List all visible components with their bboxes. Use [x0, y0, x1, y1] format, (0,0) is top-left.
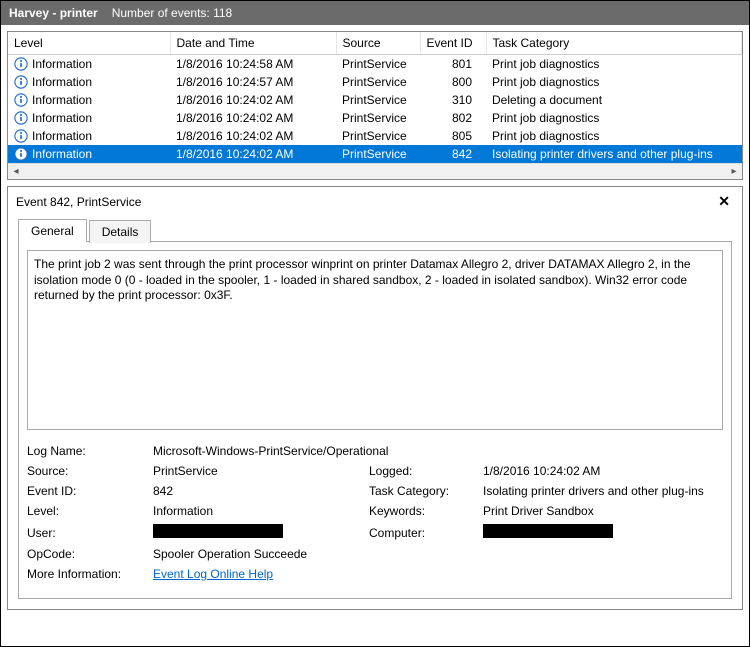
label-logged: Logged: — [369, 464, 477, 478]
cell-date: 1/8/2016 10:24:57 AM — [170, 73, 336, 91]
cell-task: Print job diagnostics — [486, 73, 742, 91]
cell-task: Isolating printer drivers and other plug… — [486, 145, 742, 163]
table-row[interactable]: Information 1/8/2016 10:24:58 AMPrintServ… — [8, 55, 742, 74]
info-icon — [14, 75, 28, 89]
table-row[interactable]: Information 1/8/2016 10:24:02 AMPrintServ… — [8, 145, 742, 163]
scroll-right-icon[interactable]: ▸ — [726, 164, 742, 180]
label-level: Level: — [27, 504, 147, 518]
cell-level: Information — [32, 111, 92, 125]
cell-level: Information — [32, 147, 92, 161]
table-row[interactable]: Information 1/8/2016 10:24:57 AMPrintServ… — [8, 73, 742, 91]
event-fields: Log Name: Microsoft-Windows-PrintService… — [27, 444, 723, 581]
cell-level: Information — [32, 75, 92, 89]
online-help-link[interactable]: Event Log Online Help — [153, 567, 273, 581]
label-source: Source: — [27, 464, 147, 478]
col-header-source[interactable]: Source — [336, 32, 420, 55]
table-row[interactable]: Information 1/8/2016 10:24:02 AMPrintServ… — [8, 109, 742, 127]
label-user: User: — [27, 526, 147, 540]
tab-details[interactable]: Details — [89, 220, 152, 243]
info-icon — [14, 111, 28, 125]
event-grid-panel: Level Date and Time Source Event ID Task… — [7, 31, 743, 180]
cell-eventid: 805 — [420, 127, 486, 145]
col-header-date[interactable]: Date and Time — [170, 32, 336, 55]
detail-panel: Event 842, PrintService ✕ General Detail… — [7, 186, 743, 610]
info-icon — [14, 57, 28, 71]
label-eventid: Event ID: — [27, 484, 147, 498]
value-user — [153, 524, 363, 541]
cell-source: PrintService — [336, 127, 420, 145]
cell-level: Information — [32, 57, 92, 71]
cell-date: 1/8/2016 10:24:02 AM — [170, 127, 336, 145]
col-header-task[interactable]: Task Category — [486, 32, 742, 55]
horizontal-scrollbar[interactable]: ◂ ▸ — [8, 163, 742, 179]
tab-general-body: The print job 2 was sent through the pri… — [18, 241, 732, 599]
detail-title: Event 842, PrintService — [16, 195, 141, 209]
value-eventid: 842 — [153, 484, 363, 498]
window-title: Harvey - printer — [9, 6, 98, 20]
cell-eventid: 802 — [420, 109, 486, 127]
close-icon[interactable]: ✕ — [714, 193, 734, 210]
redacted-user — [153, 524, 283, 538]
value-level: Information — [153, 504, 363, 518]
value-source: PrintService — [153, 464, 363, 478]
value-opcode: Spooler Operation Succeede — [153, 547, 723, 561]
label-logname: Log Name: — [27, 444, 147, 458]
value-logname: Microsoft-Windows-PrintService/Operation… — [153, 444, 723, 458]
cell-source: PrintService — [336, 73, 420, 91]
label-computer: Computer: — [369, 526, 477, 540]
cell-eventid: 310 — [420, 91, 486, 109]
tab-strip: General Details — [8, 218, 742, 241]
cell-level: Information — [32, 129, 92, 143]
col-header-eventid[interactable]: Event ID — [420, 32, 486, 55]
cell-source: PrintService — [336, 91, 420, 109]
window-titlebar: Harvey - printer Number of events: 118 — [1, 1, 749, 25]
cell-source: PrintService — [336, 109, 420, 127]
cell-task: Print job diagnostics — [486, 127, 742, 145]
table-header-row: Level Date and Time Source Event ID Task… — [8, 32, 742, 55]
label-moreinfo: More Information: — [27, 567, 147, 581]
cell-task: Deleting a document — [486, 91, 742, 109]
value-computer — [483, 524, 723, 541]
info-icon — [14, 129, 28, 143]
cell-date: 1/8/2016 10:24:02 AM — [170, 91, 336, 109]
value-keywords: Print Driver Sandbox — [483, 504, 723, 518]
cell-source: PrintService — [336, 145, 420, 163]
cell-task: Print job diagnostics — [486, 55, 742, 74]
info-icon — [14, 147, 28, 161]
cell-date: 1/8/2016 10:24:02 AM — [170, 145, 336, 163]
event-description: The print job 2 was sent through the pri… — [27, 250, 723, 430]
event-table: Level Date and Time Source Event ID Task… — [8, 32, 742, 163]
cell-eventid: 842 — [420, 145, 486, 163]
cell-level: Information — [32, 93, 92, 107]
table-row[interactable]: Information 1/8/2016 10:24:02 AMPrintServ… — [8, 127, 742, 145]
detail-header: Event 842, PrintService ✕ — [8, 187, 742, 216]
value-taskcat: Isolating printer drivers and other plug… — [483, 484, 723, 498]
label-keywords: Keywords: — [369, 504, 477, 518]
label-opcode: OpCode: — [27, 547, 147, 561]
cell-source: PrintService — [336, 55, 420, 74]
cell-date: 1/8/2016 10:24:58 AM — [170, 55, 336, 74]
redacted-computer — [483, 524, 613, 538]
col-header-level[interactable]: Level — [8, 32, 170, 55]
cell-eventid: 800 — [420, 73, 486, 91]
info-icon — [14, 93, 28, 107]
cell-task: Print job diagnostics — [486, 109, 742, 127]
tab-general[interactable]: General — [18, 219, 87, 242]
value-logged: 1/8/2016 10:24:02 AM — [483, 464, 723, 478]
scroll-left-icon[interactable]: ◂ — [8, 164, 24, 180]
label-taskcat: Task Category: — [369, 484, 477, 498]
cell-date: 1/8/2016 10:24:02 AM — [170, 109, 336, 127]
events-count: Number of events: 118 — [112, 6, 233, 20]
value-moreinfo: Event Log Online Help — [153, 567, 723, 581]
table-row[interactable]: Information 1/8/2016 10:24:02 AMPrintServ… — [8, 91, 742, 109]
cell-eventid: 801 — [420, 55, 486, 74]
